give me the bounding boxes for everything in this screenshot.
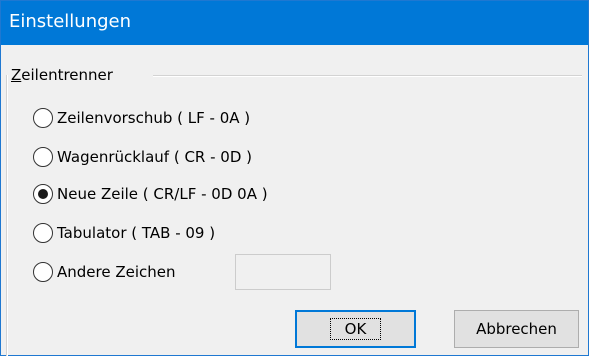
option-other-chars[interactable]: Andere Zeichen: [33, 259, 176, 285]
ok-button[interactable]: OK: [295, 310, 416, 348]
option-label: Tabulator ( TAB - 09 ): [57, 224, 216, 242]
option-label: Wagenrücklauf ( CR - 0D ): [57, 148, 253, 166]
group-label-accelerator: Z: [11, 66, 22, 84]
cancel-button[interactable]: Abbrechen: [454, 310, 579, 348]
radio-new-line[interactable]: [33, 184, 53, 204]
line-separator-group-label: Zeilentrenner: [11, 66, 113, 84]
radio-other-chars[interactable]: [33, 262, 53, 282]
radio-tab[interactable]: [33, 223, 53, 243]
settings-dialog: Einstellungen Zeilentrenner Zeilenvorsch…: [0, 0, 589, 356]
option-carriage-return[interactable]: Wagenrücklauf ( CR - 0D ): [33, 144, 252, 170]
option-label: Andere Zeichen: [57, 263, 176, 281]
option-line-feed[interactable]: Zeilenvorschub ( LF - 0A ): [33, 105, 250, 131]
group-label-text: eilentrenner: [21, 66, 113, 84]
dialog-title: Einstellungen: [9, 11, 132, 32]
title-bar[interactable]: Einstellungen: [1, 1, 588, 45]
radio-line-feed[interactable]: [33, 108, 53, 128]
group-border-left: [6, 75, 8, 356]
other-chars-input[interactable]: [235, 254, 331, 290]
group-divider: [153, 75, 582, 77]
option-new-line[interactable]: Neue Zeile ( CR/LF - 0D 0A ): [33, 181, 268, 207]
ok-button-label: OK: [329, 318, 382, 340]
radio-carriage-return[interactable]: [33, 147, 53, 167]
option-tab[interactable]: Tabulator ( TAB - 09 ): [33, 220, 215, 246]
option-label: Zeilenvorschub ( LF - 0A ): [57, 109, 251, 127]
option-label: Neue Zeile ( CR/LF - 0D 0A ): [57, 185, 268, 203]
cancel-button-label: Abbrechen: [476, 320, 557, 338]
